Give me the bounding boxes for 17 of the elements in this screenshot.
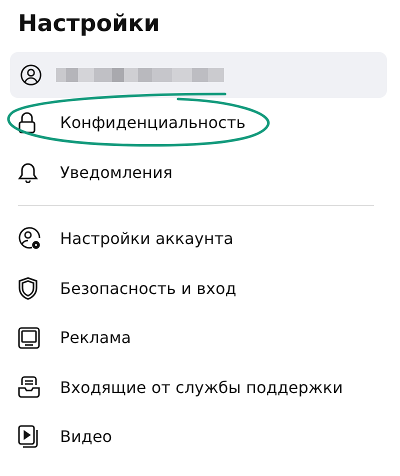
lock-icon (18, 112, 36, 134)
video-icon (18, 425, 38, 448)
menu-item[interactable]: Реклама (60, 328, 132, 348)
user-icon (20, 64, 42, 86)
bell-icon (18, 161, 38, 184)
shield-icon (18, 276, 38, 300)
menu-item[interactable]: Уведомления (60, 162, 172, 182)
menu-item[interactable]: Конфиденциальность (60, 113, 246, 132)
menu-item[interactable]: Входящие от службы поддержки (60, 378, 343, 397)
menu-item[interactable]: Настройки аккаунта (60, 229, 234, 248)
menu-item[interactable]: Видео (60, 427, 112, 446)
profile-item[interactable] (10, 52, 387, 98)
inbox-icon (18, 376, 40, 398)
page-title: Настройки (18, 10, 161, 39)
user-gear-icon (18, 226, 42, 251)
monitor-icon (18, 326, 40, 349)
menu-item[interactable]: Безопасность и вход (60, 278, 236, 298)
